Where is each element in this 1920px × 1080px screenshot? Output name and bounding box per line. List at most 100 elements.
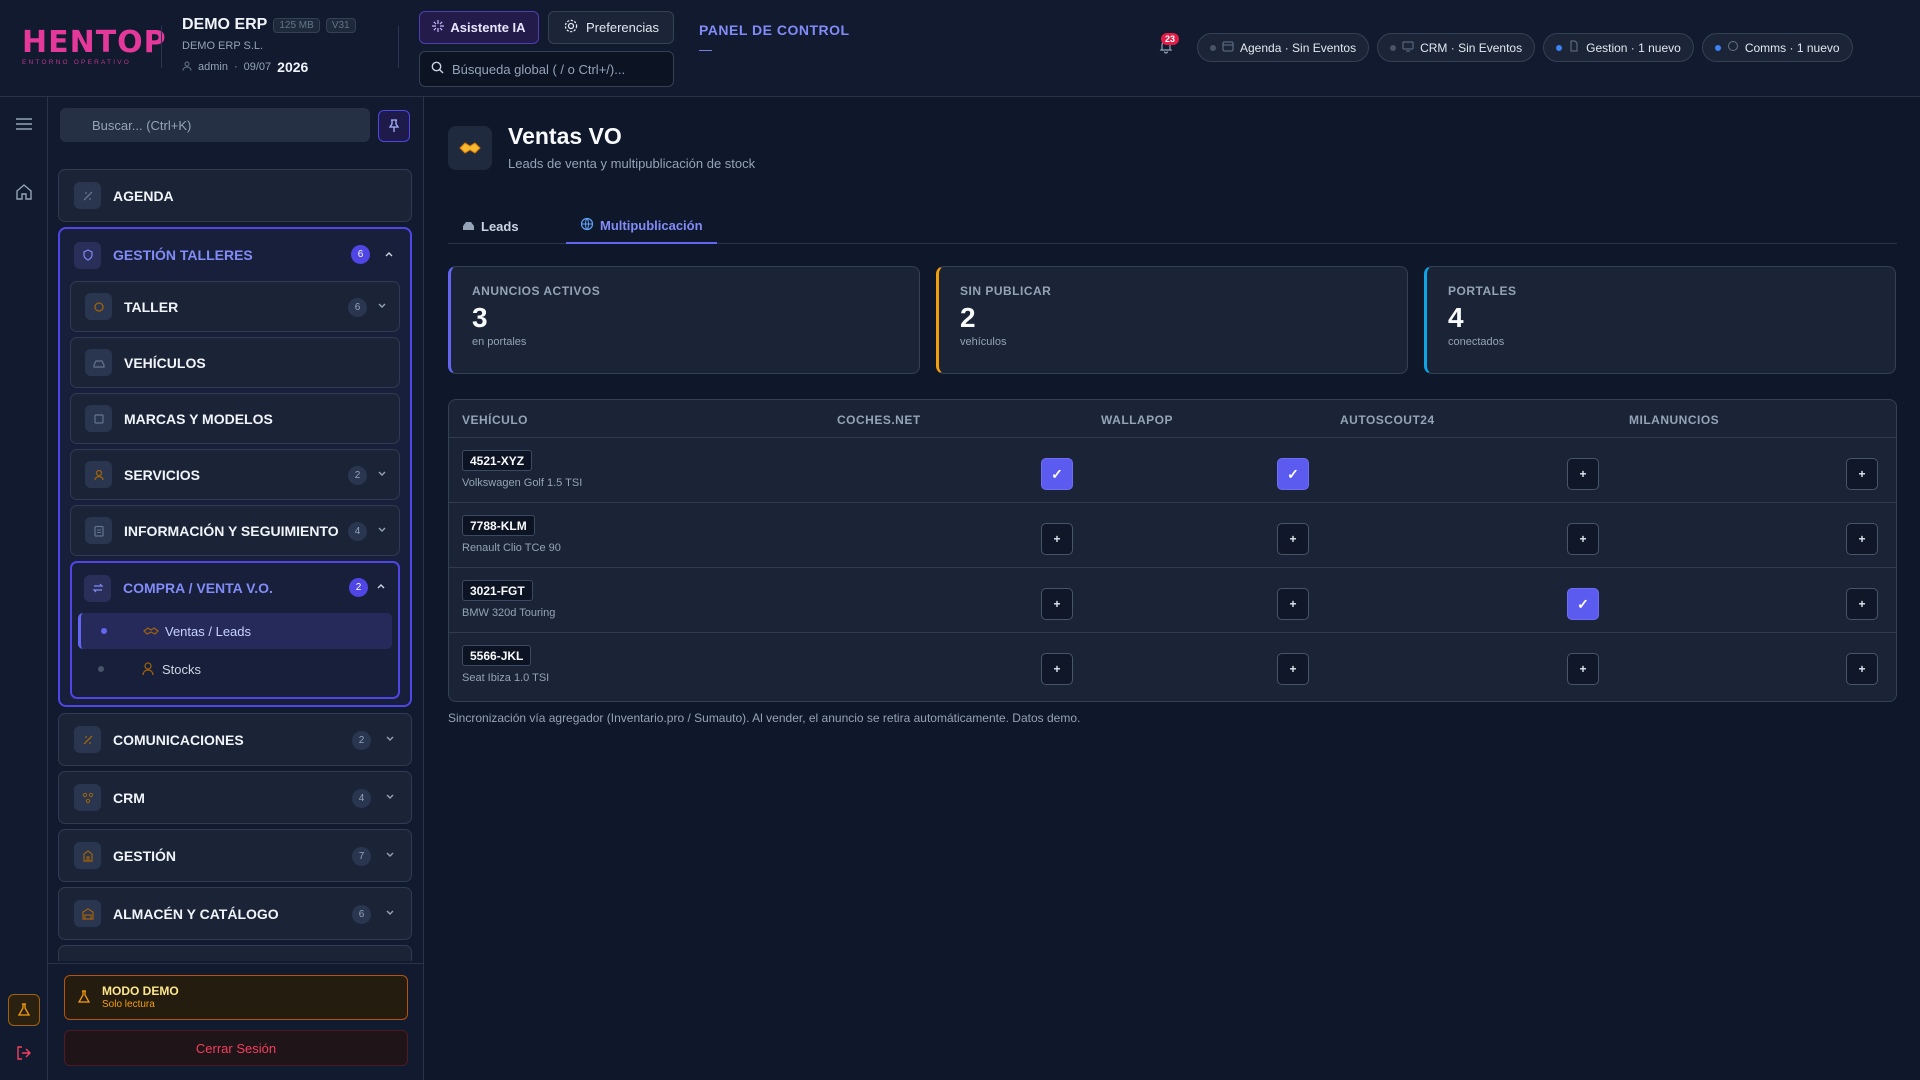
- app-logo[interactable]: HENTOP ENTORNO OPERATIVO: [22, 28, 166, 67]
- sidebar-item-stocks[interactable]: Stocks: [78, 651, 392, 687]
- demo-mode-flask-icon[interactable]: [8, 994, 40, 1026]
- menu-icon[interactable]: [12, 112, 36, 136]
- publish-toggle-autoscout24[interactable]: +: [1567, 523, 1599, 555]
- sidebar-item-almacen-catalogo[interactable]: ALMACÉN Y CATÁLOGO 6: [58, 887, 412, 940]
- ai-assistant-button[interactable]: Asistente IA: [419, 11, 539, 44]
- stat-card-sin-publicar: SIN PUBLICAR 2 vehículos: [936, 266, 1408, 374]
- sidebar-item-comunicaciones[interactable]: COMUNICACIONES 2: [58, 713, 412, 766]
- document-icon: [1568, 40, 1580, 55]
- sidebar-item-compra-venta[interactable]: COMPRA / VENTA V.O. 2: [72, 563, 398, 613]
- license-plate: 4521-XYZ: [462, 450, 533, 471]
- storage-badge: 125 MB: [273, 17, 320, 33]
- chip-gestion-label: Gestion · 1 nuevo: [1586, 40, 1681, 55]
- version-badge: V31: [325, 17, 356, 33]
- column-header-milanuncios: MILANUNCIOS: [1629, 413, 1720, 427]
- sidebar-item-label: GESTIÓN: [113, 847, 177, 864]
- vehicle-model: BMW 320d Touring: [462, 607, 556, 619]
- sidebar-item-label: SERVICIOS: [124, 466, 200, 483]
- chip-gestion[interactable]: Gestion · 1 nuevo: [1543, 33, 1694, 62]
- chip-crm[interactable]: CRM · Sin Eventos: [1377, 33, 1536, 62]
- publish-toggle-autoscout24[interactable]: +: [1567, 458, 1599, 490]
- logout-icon[interactable]: [12, 1041, 36, 1065]
- sidebar-item-label: Stocks: [162, 661, 202, 677]
- global-search-placeholder: Búsqueda global ( / o Ctrl+/)...: [452, 61, 626, 77]
- published-toggle-coches-net[interactable]: ✓: [1041, 458, 1073, 490]
- sidebar-item-vehiculos[interactable]: VEHÍCULOS: [70, 337, 400, 388]
- stat-value: 2: [960, 302, 976, 333]
- sidebar-item-marcas-modelos[interactable]: MARCAS Y MODELOS: [70, 393, 400, 444]
- count-badge: 7: [352, 847, 371, 866]
- sidebar-item-gestion-talleres[interactable]: GESTIÓN TALLERES 6: [60, 229, 410, 281]
- publish-toggle-wallapop[interactable]: +: [1277, 653, 1309, 685]
- demo-mode-subtitle: Solo lectura: [102, 999, 155, 1010]
- sidebar-nav: AGENDA GESTIÓN TALLERES 6 TALLER 6 VEHÍC…: [58, 169, 412, 961]
- sidebar-item-label: COMPRA / VENTA V.O.: [123, 580, 273, 596]
- pin-icon[interactable]: [378, 110, 410, 142]
- logout-button[interactable]: Cerrar Sesión: [64, 1030, 408, 1066]
- sidebar-item-taller[interactable]: TALLER 6: [70, 281, 400, 332]
- handshake-icon: [143, 623, 159, 639]
- sidebar-item-label: Ventas / Leads: [165, 623, 252, 639]
- clipboard-icon: [85, 517, 112, 544]
- preferences-button[interactable]: Preferencias: [548, 11, 674, 44]
- inbox-icon: [462, 219, 475, 234]
- count-badge: 6: [352, 905, 371, 924]
- published-toggle-wallapop[interactable]: ✓: [1277, 458, 1309, 490]
- table-row: 7788-KLM Renault Clio TCe 90 + + + +: [449, 503, 1896, 568]
- publish-toggle-milanuncios[interactable]: +: [1846, 523, 1878, 555]
- chevron-up-icon: [374, 579, 388, 593]
- handshake-icon: [448, 126, 492, 170]
- publish-toggle-autoscout24[interactable]: +: [1567, 653, 1599, 685]
- sidebar-group-compra-venta: COMPRA / VENTA V.O. 2 Ventas / Leads Sto…: [70, 561, 400, 699]
- shield-icon: [74, 241, 101, 269]
- chevron-down-icon: [375, 467, 389, 481]
- stat-card-anuncios-activos: ANUNCIOS ACTIVOS 3 en portales: [448, 266, 920, 374]
- chevron-down-icon: [375, 299, 389, 313]
- vehicle-model: Seat Ibiza 1.0 TSI: [462, 672, 550, 684]
- sidebar-item-crm[interactable]: CRM 4: [58, 771, 412, 824]
- publish-toggle-milanuncios[interactable]: +: [1846, 653, 1878, 685]
- company-legal-name: DEMO ERP S.L.: [182, 40, 264, 52]
- bullet-dot: [101, 628, 107, 634]
- sidebar-item-ventas-leads[interactable]: Ventas / Leads: [78, 613, 392, 649]
- stat-label: PORTALES: [1448, 284, 1517, 298]
- tab-multipublicacion[interactable]: Multipublicación: [566, 209, 717, 244]
- chip-agenda[interactable]: Agenda · Sin Eventos: [1197, 33, 1370, 62]
- chip-comms[interactable]: Comms · 1 nuevo: [1701, 33, 1853, 62]
- monitor-icon: [1402, 40, 1414, 55]
- publish-toggle-milanuncios[interactable]: +: [1846, 458, 1878, 490]
- stat-caption: en portales: [472, 336, 527, 348]
- panel-subtitle: —: [699, 42, 712, 57]
- event-chips: Agenda · Sin Eventos CRM · Sin Eventos G…: [1197, 33, 1853, 62]
- sidebar: Buscar... (Ctrl+K) AGENDA GESTIÓN TALLER…: [48, 97, 424, 1080]
- company-name: DEMO ERP: [182, 16, 268, 33]
- service-icon: [85, 461, 112, 488]
- publish-toggle-wallapop[interactable]: +: [1277, 523, 1309, 555]
- table-header-row: VEHÍCULO COCHES.NET WALLAPOP AUTOSCOUT24…: [449, 400, 1896, 438]
- column-header-wallapop: WALLAPOP: [1101, 413, 1173, 427]
- published-toggle-autoscout24[interactable]: ✓: [1567, 588, 1599, 620]
- publish-toggle-wallapop[interactable]: +: [1277, 588, 1309, 620]
- demo-mode-title: MODO DEMO: [102, 984, 179, 998]
- tab-leads[interactable]: Leads: [448, 209, 533, 244]
- global-search-input[interactable]: Búsqueda global ( / o Ctrl+/)...: [419, 51, 674, 87]
- publish-toggle-coches-net[interactable]: +: [1041, 523, 1073, 555]
- publish-toggle-coches-net[interactable]: +: [1041, 653, 1073, 685]
- sidebar-item-more[interactable]: [58, 945, 412, 961]
- network-icon: [74, 784, 101, 811]
- sidebar-item-agenda[interactable]: AGENDA: [58, 169, 412, 222]
- home-icon[interactable]: [12, 180, 36, 204]
- count-badge: 6: [348, 298, 367, 317]
- gear-icon: [563, 18, 579, 37]
- sidebar-item-informacion-seguimiento[interactable]: INFORMACIÓN Y SEGUIMIENTO 4: [70, 505, 400, 556]
- count-badge: 2: [352, 731, 371, 750]
- vehicle-model: Renault Clio TCe 90: [462, 542, 561, 554]
- sidebar-item-gestion[interactable]: GESTIÓN 7: [58, 829, 412, 882]
- sidebar-search-input[interactable]: Buscar... (Ctrl+K): [60, 108, 370, 142]
- chevron-down-icon: [383, 906, 397, 920]
- column-header-autoscout24: AUTOSCOUT24: [1340, 413, 1435, 427]
- publish-toggle-coches-net[interactable]: +: [1041, 588, 1073, 620]
- sidebar-item-servicios[interactable]: SERVICIOS 2: [70, 449, 400, 500]
- person-icon: [140, 661, 156, 677]
- publish-toggle-milanuncios[interactable]: +: [1846, 588, 1878, 620]
